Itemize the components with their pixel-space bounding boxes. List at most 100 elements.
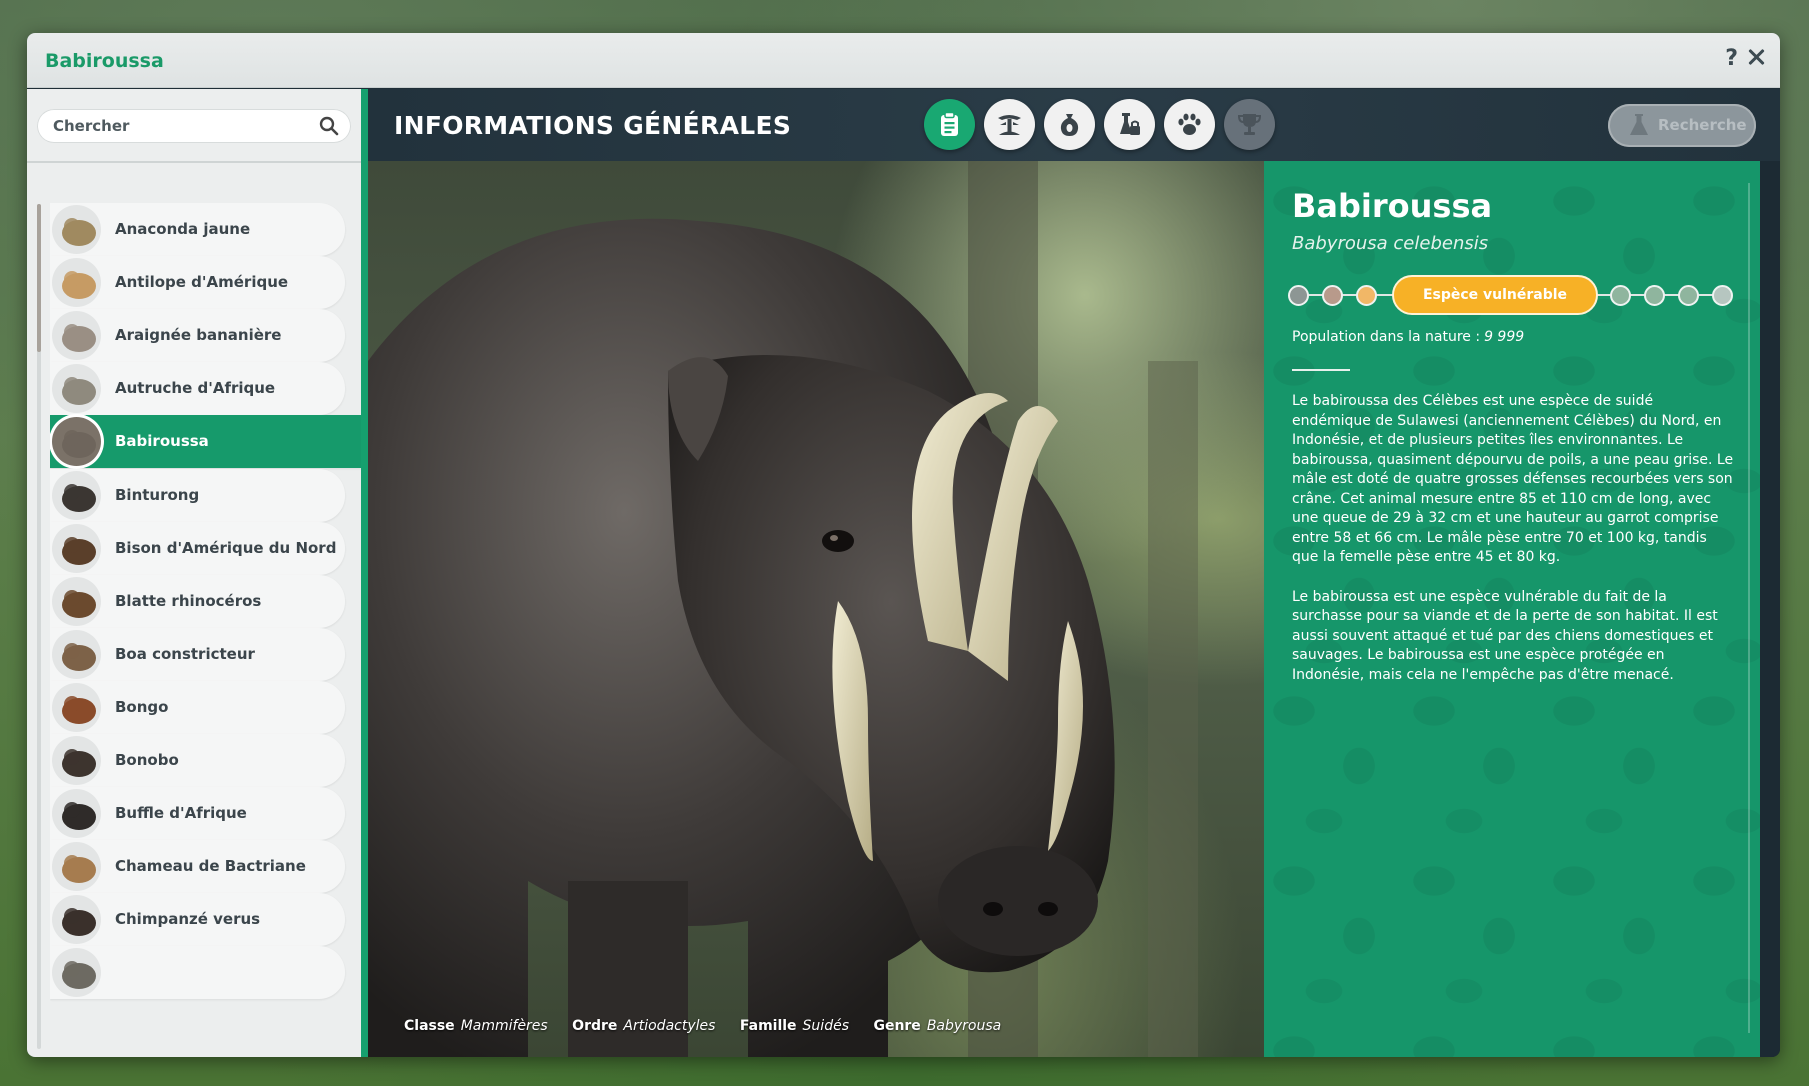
info-scrollbar[interactable]: [1748, 183, 1750, 1033]
sidebar-item-label: Babiroussa: [115, 432, 209, 451]
sidebar-item-species[interactable]: Autruche d'Afrique: [50, 362, 345, 416]
conservation-status-scale: Espèce vulnérable: [1288, 275, 1733, 315]
species-thumbnail: [52, 470, 101, 520]
search-icon[interactable]: [319, 116, 339, 136]
taxonomy-caption: Classe Mammifères Ordre Artiodactyles Fami…: [404, 1018, 1021, 1034]
trophy-icon: [1237, 114, 1262, 135]
species-thumbnail: [52, 576, 101, 626]
enrichment-icon: [1120, 113, 1140, 135]
title-bar: Babiroussa ?: [27, 33, 1780, 88]
species-thumbnail: [52, 629, 101, 679]
species-info-panel: Babiroussa Babyrousa celebensis Espèce v…: [1264, 161, 1760, 1057]
ordre-value: Artiodactyles: [623, 1018, 716, 1034]
status-dot: [1356, 285, 1377, 306]
sidebar-item-species[interactable]: Chameau de Bactriane: [50, 840, 345, 894]
species-thumbnail: [52, 682, 101, 732]
tab-behaviour[interactable]: [1164, 99, 1215, 150]
sidebar-item-species[interactable]: Boa constricteur: [50, 627, 345, 681]
species-description: Le babiroussa des Célèbes est une espèce…: [1292, 392, 1736, 705]
tab-enrichment[interactable]: [1104, 99, 1155, 150]
scrollbar-thumb[interactable]: [37, 204, 41, 352]
population-value: 9 999: [1484, 329, 1525, 345]
sidebar-item-species[interactable]: Buffle d'Afrique: [50, 787, 345, 841]
status-dot: [1288, 285, 1309, 306]
species-thumbnail: [52, 258, 101, 308]
status-dot: [1678, 285, 1699, 306]
window-title: Babiroussa: [45, 50, 164, 72]
sidebar-item-label: Bonobo: [115, 751, 179, 769]
sidebar-item-species[interactable]: Anaconda jaune: [50, 203, 345, 256]
sidebar-item-label: Binturong: [115, 485, 200, 504]
species-thumbnail: [52, 205, 101, 254]
clipboard-icon: [941, 111, 958, 136]
species-thumbnail: [52, 789, 101, 839]
status-dot: [1610, 285, 1631, 306]
species-thumbnail: [52, 948, 101, 998]
tab-achievements[interactable]: [1224, 99, 1275, 150]
sidebar-item-species[interactable]: Blatte rhinocéros: [50, 574, 345, 628]
conservation-status-label: Espèce vulnérable: [1422, 287, 1568, 303]
close-icon[interactable]: [1744, 44, 1768, 70]
sidebar-item-label: Chameau de Bactriane: [115, 857, 306, 876]
species-thumbnail: [52, 736, 101, 785]
sidebar-item-label: Autruche d'Afrique: [115, 379, 276, 398]
species-latin-name: Babyrousa celebensis: [1292, 233, 1489, 254]
sidebar-divider: [27, 161, 361, 163]
sidebar-item-label: Araignée bananière: [115, 326, 282, 345]
tab-habitat[interactable]: [984, 99, 1035, 150]
babirusa-illustration: [368, 161, 1198, 1057]
sidebar-item-label: Anaconda jaune: [115, 220, 251, 238]
species-list: Anaconda jaune Antilope d'Amérique Araigné…: [50, 203, 361, 1057]
species-thumbnail: [52, 842, 101, 892]
sidebar-item-species[interactable]: [50, 946, 345, 1000]
research-button[interactable]: Recherche: [1608, 104, 1756, 147]
sidebar-item-species[interactable]: Binturong: [50, 468, 345, 522]
species-thumbnail: [52, 523, 101, 573]
sidebar-item-label: Boa constricteur: [115, 644, 255, 663]
tab-general-info[interactable]: [924, 99, 975, 150]
encyclopedia-window: Babiroussa ? Anaconda jaune Antilope d'Am…: [27, 33, 1780, 1057]
sidebar-item-species[interactable]: Babiroussa: [50, 415, 361, 469]
sidebar-item-species[interactable]: Bongo: [50, 680, 345, 734]
help-button[interactable]: ?: [1725, 46, 1738, 71]
species-thumbnail: [52, 895, 101, 945]
research-label: Recherche: [1658, 116, 1747, 134]
sidebar-item-species[interactable]: Bonobo: [50, 734, 345, 787]
status-dot: [1322, 285, 1343, 306]
wild-population: Population dans la nature :9 999: [1292, 329, 1524, 345]
accent-divider: [361, 89, 368, 1057]
genre-label: Genre: [873, 1018, 921, 1034]
paw-icon: [1178, 113, 1201, 135]
sidebar-item-species[interactable]: Antilope d'Amérique: [50, 256, 345, 310]
famille-label: Famille: [739, 1018, 797, 1034]
species-list-scrollbar[interactable]: [37, 204, 41, 1049]
section-title: INFORMATIONS GÉNÉRALES: [394, 111, 792, 140]
status-dot: [1712, 285, 1733, 306]
search-input[interactable]: [53, 109, 303, 143]
genre-value: Babyrousa: [926, 1018, 1002, 1034]
status-dot: [1644, 285, 1665, 306]
main-panel: INFORMATIONS GÉNÉRALES Recherche Classe …: [361, 89, 1780, 1057]
species-thumbnail: [52, 364, 101, 414]
conservation-status-badge: Espèce vulnérable: [1392, 275, 1598, 315]
sidebar-item-species[interactable]: Bison d'Amérique du Nord: [50, 521, 345, 575]
main-header: INFORMATIONS GÉNÉRALES Recherche: [368, 89, 1780, 161]
species-photo: Classe Mammifères Ordre Artiodactyles Fami…: [368, 161, 1264, 1057]
sidebar-item-label: Blatte rhinocéros: [115, 591, 262, 610]
classe-label: Classe: [404, 1018, 455, 1034]
species-thumbnail: [52, 417, 101, 467]
tab-diet[interactable]: [1044, 99, 1095, 150]
species-thumbnail: [52, 311, 101, 361]
food-sack-icon: [1060, 114, 1079, 136]
ordre-label: Ordre: [572, 1018, 618, 1034]
info-separator: [1292, 369, 1350, 371]
species-name: Babiroussa: [1292, 187, 1493, 225]
search-box[interactable]: [37, 109, 351, 143]
population-label: Population dans la nature :: [1292, 329, 1481, 345]
sidebar-item-label: Bongo: [115, 697, 169, 716]
species-sidebar: Anaconda jaune Antilope d'Amérique Araigné…: [27, 89, 361, 1057]
description-paragraph: Le babiroussa est une espèce vulnérable …: [1292, 588, 1718, 683]
sidebar-item-species[interactable]: Chimpanzé verus: [50, 893, 345, 947]
sidebar-item-species[interactable]: Araignée bananière: [50, 309, 345, 363]
famille-value: Suidés: [802, 1018, 849, 1034]
